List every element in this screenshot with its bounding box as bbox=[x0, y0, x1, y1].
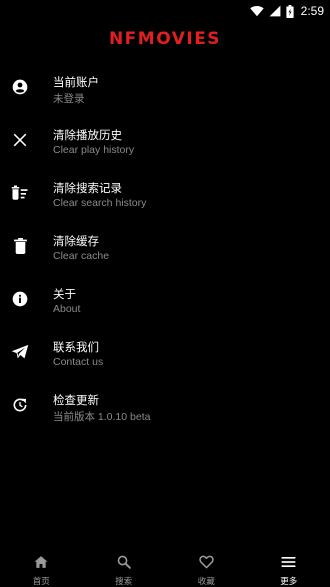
menu-item-subtitle: Clear play history bbox=[53, 144, 134, 156]
nav-item-home[interactable]: 首页 bbox=[0, 546, 83, 586]
wifi-icon bbox=[250, 5, 264, 17]
signal-icon bbox=[269, 5, 281, 17]
menu-item-title: 检查更新 bbox=[53, 392, 99, 408]
menu-item-title: 关于 bbox=[53, 286, 76, 302]
account-circle-icon bbox=[10, 77, 30, 97]
menu-item-clear-cache[interactable]: 清除缓存 Clear cache bbox=[0, 223, 330, 276]
trash-icon bbox=[10, 236, 30, 256]
delete-sweep-icon bbox=[10, 183, 30, 203]
search-icon bbox=[117, 554, 131, 573]
menu-item-title: 清除搜索记录 bbox=[53, 180, 122, 196]
menu-item-account[interactable]: 当前账户 未登录 bbox=[0, 64, 330, 117]
nav-label: 更多 bbox=[280, 575, 297, 587]
menu-icon bbox=[281, 554, 296, 573]
settings-menu: 当前账户 未登录 清除播放历史 Clear play history 清除搜索记… bbox=[0, 64, 330, 435]
update-icon bbox=[10, 395, 30, 415]
info-icon bbox=[10, 289, 30, 309]
nav-label: 搜索 bbox=[115, 575, 132, 587]
menu-item-subtitle: Clear search history bbox=[53, 197, 146, 209]
telegram-icon bbox=[10, 342, 30, 362]
menu-item-title: 清除缓存 bbox=[53, 233, 99, 249]
status-bar: 2:59 bbox=[0, 0, 330, 22]
battery-icon bbox=[286, 5, 294, 18]
nav-item-favorites[interactable]: 收藏 bbox=[165, 546, 248, 586]
menu-item-clear-play-history[interactable]: 清除播放历史 Clear play history bbox=[0, 117, 330, 170]
app-logo: NFMOVIES bbox=[0, 29, 330, 49]
menu-item-check-update[interactable]: 检查更新 当前版本 1.0.10 beta bbox=[0, 382, 330, 435]
menu-item-subtitle: 未登录 bbox=[53, 91, 85, 106]
bottom-navigation: 首页 搜索 收藏 更多 bbox=[0, 546, 330, 586]
nav-label: 收藏 bbox=[198, 575, 215, 587]
menu-item-about[interactable]: 关于 About bbox=[0, 276, 330, 329]
menu-item-title: 清除播放历史 bbox=[53, 127, 122, 143]
menu-item-clear-search-history[interactable]: 清除搜索记录 Clear search history bbox=[0, 170, 330, 223]
home-icon bbox=[34, 554, 48, 573]
menu-item-subtitle: Contact us bbox=[53, 356, 103, 368]
menu-item-contact[interactable]: 联系我们 Contact us bbox=[0, 329, 330, 382]
menu-item-title: 当前账户 bbox=[53, 74, 99, 90]
nav-label: 首页 bbox=[33, 575, 50, 587]
menu-item-subtitle: About bbox=[53, 303, 80, 315]
menu-item-title: 联系我们 bbox=[53, 339, 99, 355]
nav-item-search[interactable]: 搜索 bbox=[83, 546, 166, 586]
status-time: 2:59 bbox=[301, 4, 324, 18]
menu-item-subtitle: Clear cache bbox=[53, 250, 109, 262]
nav-item-more[interactable]: 更多 bbox=[248, 546, 330, 586]
close-icon bbox=[10, 130, 30, 150]
menu-item-subtitle: 当前版本 1.0.10 beta bbox=[53, 409, 150, 424]
heart-icon bbox=[199, 554, 214, 573]
